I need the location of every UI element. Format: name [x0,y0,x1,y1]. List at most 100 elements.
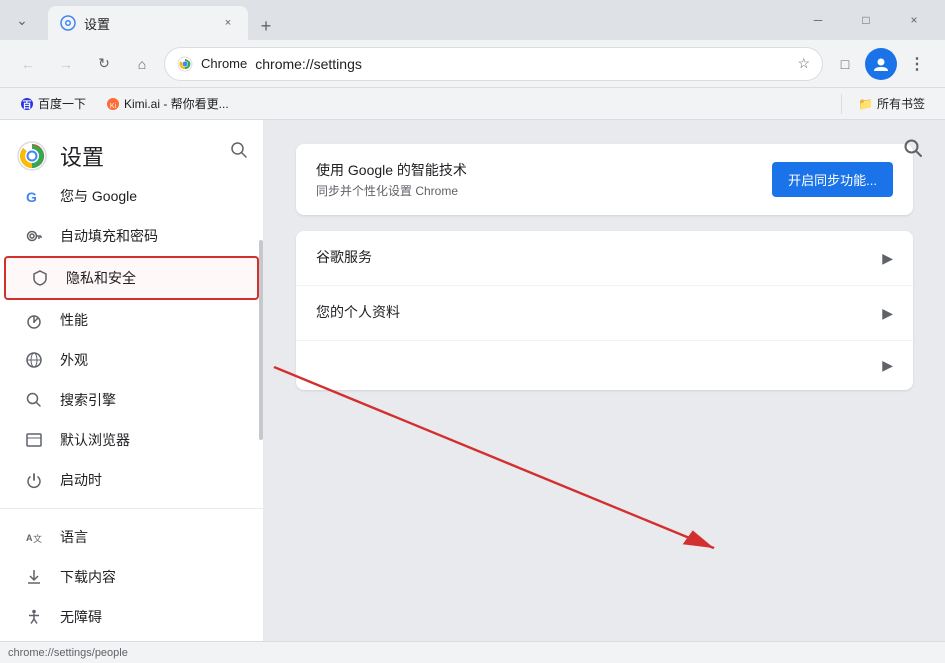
bookmark-baidu-label: 百度一下 [38,95,86,112]
sidebar-item-language[interactable]: A 文 语言 [0,517,263,557]
sidebar-item-autofill[interactable]: 自动填充和密码 [0,216,263,256]
sidebar-item-search[interactable]: 搜索引擎 [0,380,263,420]
sidebar-item-startup[interactable]: 启动时 [0,460,263,500]
sidebar-item-accessibility[interactable]: 无障碍 [0,597,263,637]
profile-button[interactable] [865,48,897,80]
reload-button[interactable]: ↻ [88,48,120,80]
personal-profile-text: 您的个人资料 [316,302,882,324]
sidebar-item-privacy-label: 隐私和安全 [66,268,136,288]
sidebar-item-performance-label: 性能 [60,310,88,330]
personal-profile-arrow-icon: ▶ [882,305,893,322]
sidebar-scrollbar[interactable] [259,120,263,641]
google-services-arrow-icon: ▶ [882,250,893,267]
address-bar[interactable]: Chrome ☆ [164,47,823,81]
toolbar: ← → ↻ ⌂ Chrome ☆ □ [0,40,945,88]
sidebar-item-startup-label: 启动时 [60,470,102,490]
content-search-button[interactable] [897,132,929,164]
sidebar-item-appearance-label: 外观 [60,350,88,370]
sidebar-item-search-label: 搜索引擎 [60,390,116,410]
all-bookmarks[interactable]: 📁 所有书签 [850,91,933,116]
sidebar-item-default-browser[interactable]: 默认浏览器 [0,420,263,460]
menu-button[interactable]: ⋮ [901,48,933,80]
sync-card-subtitle: 同步并个性化设置 Chrome [316,182,772,199]
all-bookmarks-label: 所有书签 [877,95,925,112]
title-bar: ⌄ 设置 × + ─ □ × [0,0,945,40]
accessibility-icon [24,607,44,627]
settings-logo [16,140,48,172]
google-services-text: 谷歌服务 [316,247,882,269]
performance-icon [24,310,44,330]
maximize-button[interactable]: □ [843,4,889,36]
sidebar-item-accessibility-label: 无障碍 [60,607,102,627]
toolbar-right: □ ⋮ [829,48,933,80]
sidebar-item-appearance[interactable]: 外观 [0,340,263,380]
settings-search-button[interactable] [223,136,255,164]
sync-action: 开启同步功能... [772,162,893,197]
personal-profile-row[interactable]: 您的个人资料 ▶ [296,286,913,341]
sidebar-item-autofill-label: 自动填充和密码 [60,226,158,246]
sync-button[interactable]: 开启同步功能... [772,162,893,197]
globe-icon [24,350,44,370]
nav-divider [0,508,263,509]
sidebar-item-downloads[interactable]: 下载内容 [0,557,263,597]
active-tab[interactable]: 设置 × [48,6,248,40]
sidebar-item-privacy[interactable]: 隐私和安全 [4,256,259,300]
address-input[interactable] [255,56,789,72]
bookmark-kimi[interactable]: Ki Kimi.ai - 帮你看更... [98,91,237,116]
extra-row[interactable]: ▶ [296,341,913,390]
download-icon [24,567,44,587]
bookmark-star-icon[interactable]: ☆ [797,55,810,72]
status-text: chrome://settings/people [8,647,128,659]
forward-button[interactable]: → [50,48,82,80]
chrome-logo-icon [177,56,193,72]
page-content: 设置 G 您与 Google [0,120,945,641]
content-search-icon [903,138,923,158]
browser-frame: ⌄ 设置 × + ─ □ × ← [0,0,945,663]
profile-avatar-icon [872,55,890,73]
svg-text:文: 文 [33,533,42,544]
extra-row-arrow-icon: ▶ [882,357,893,374]
sidebar-item-performance[interactable]: 性能 [0,300,263,340]
tab-close-button[interactable]: × [220,15,236,31]
search-nav-icon [24,390,44,410]
tab-title: 设置 [84,14,212,33]
window-controls-left: ⌄ [8,6,36,34]
home-button[interactable]: ⌂ [126,48,158,80]
language-icon: A 文 [24,527,44,547]
tab-list-button[interactable]: ⌄ [8,6,36,34]
settings-page-title: 设置 [60,140,104,172]
power-icon [24,470,44,490]
sync-card: 使用 Google 的智能技术 同步并个性化设置 Chrome 开启同步功能..… [296,144,913,215]
tab-favicon [60,15,76,31]
bookmarks-bar: 百 百度一下 Ki Kimi.ai - 帮你看更... 📁 所有书签 [0,88,945,120]
new-tab-button[interactable]: + [252,12,280,40]
key-icon [24,226,44,246]
chrome-brand-label: Chrome [201,56,247,71]
bookmark-kimi-label: Kimi.ai - 帮你看更... [124,95,229,112]
back-button[interactable]: ← [12,48,44,80]
status-bar: chrome://settings/people [0,641,945,663]
extensions-button[interactable]: □ [829,48,861,80]
sidebar-item-google[interactable]: G 您与 Google [0,176,263,216]
shield-icon [30,268,50,288]
svg-text:G: G [26,189,37,205]
kimi-icon: Ki [106,97,120,111]
minimize-button[interactable]: ─ [795,4,841,36]
main-content: 使用 Google 的智能技术 同步并个性化设置 Chrome 开启同步功能..… [264,120,945,641]
google-services-row[interactable]: 谷歌服务 ▶ [296,231,913,286]
google-services-title: 谷歌服务 [316,247,882,267]
sync-card-title: 使用 Google 的智能技术 [316,160,772,180]
window-controls-right: ─ □ × [795,4,937,36]
browser-icon [24,430,44,450]
close-button[interactable]: × [891,4,937,36]
settings-sidebar: 设置 G 您与 Google [0,120,264,641]
bookmarks-right: 📁 所有书签 [837,91,933,116]
baidu-icon: 百 [20,97,34,111]
sidebar-item-language-label: 语言 [60,527,88,547]
bookmark-baidu[interactable]: 百 百度一下 [12,91,94,116]
google-icon: G [24,186,44,206]
sync-card-text: 使用 Google 的智能技术 同步并个性化设置 Chrome [316,160,772,199]
svg-text:Ki: Ki [110,103,117,110]
sidebar-scrollbar-thumb [259,240,263,440]
tab-bar: 设置 × + [48,0,791,40]
